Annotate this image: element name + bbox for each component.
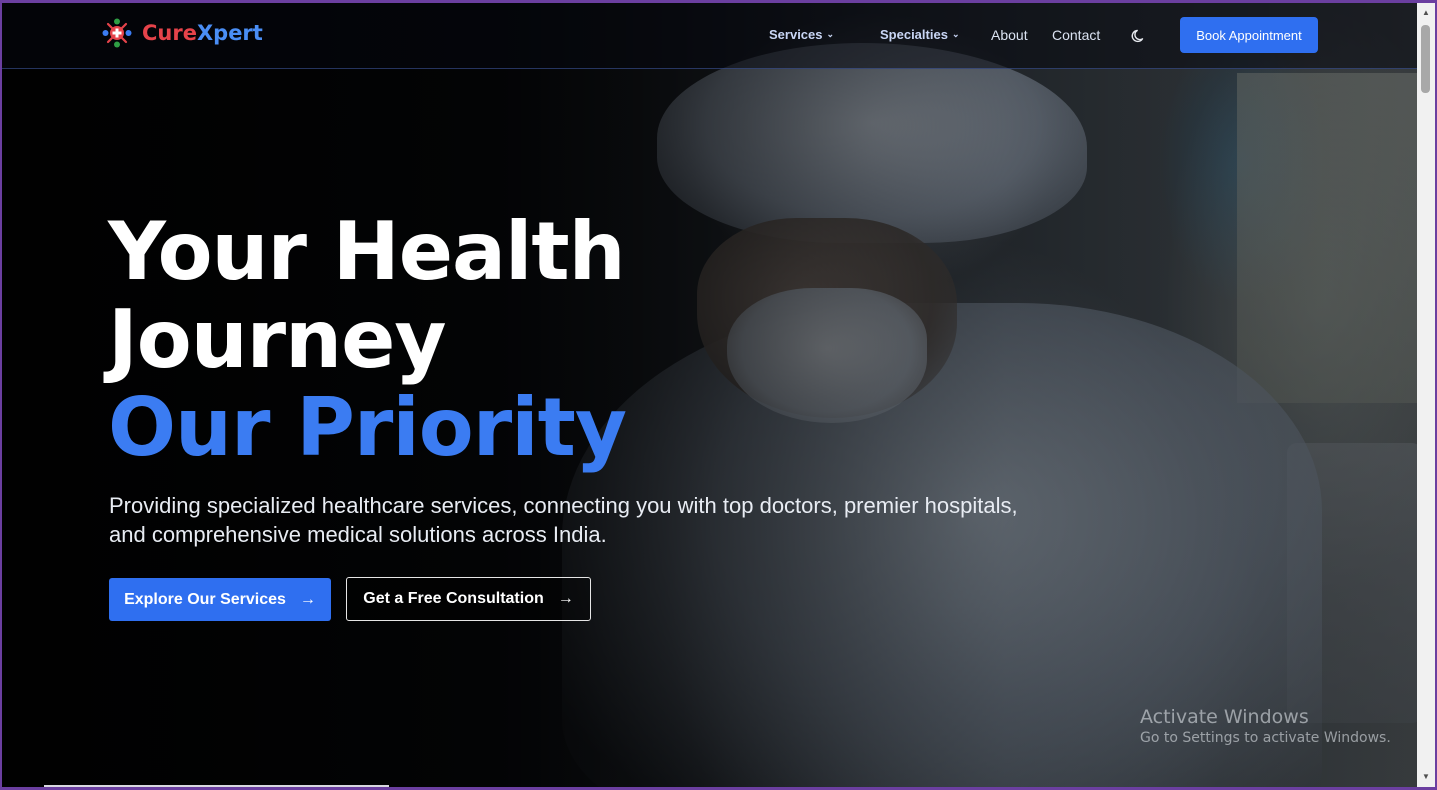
explore-services-button[interactable]: Explore Our Services → [109,578,331,621]
brand-name-cure: Cure [142,21,197,45]
chevron-down-icon: ⌄ [826,29,835,39]
windows-activation-title: Activate Windows [1140,706,1309,728]
medical-cross-people-icon [102,18,132,48]
nav-specialties-label: Specialties [880,27,948,42]
hero-title: Your Health Journey Our Priority [108,205,627,474]
free-consultation-label: Get a Free Consultation [363,590,544,607]
brand-logo[interactable]: CureXpert [102,18,263,48]
book-appointment-button[interactable]: Book Appointment [1180,17,1318,53]
scroll-down-arrow-icon[interactable]: ▼ [1417,769,1435,785]
browser-viewport: CureXpert Services ⌄ Specialties ⌄ About… [2,3,1435,787]
page-scrollbar[interactable]: ▲ ▼ [1417,3,1435,787]
chevron-down-icon: ⌄ [951,29,960,39]
nav-about-link[interactable]: About [991,27,1028,43]
scroll-up-arrow-icon[interactable]: ▲ [1417,5,1435,21]
scrollbar-thumb[interactable] [1421,25,1430,93]
nav-services-label: Services [769,27,823,42]
hero-subtitle-line-1: Providing specialized healthcare service… [109,493,1018,518]
arrow-right-icon: → [299,590,316,608]
brand-name-xpert: Xpert [196,21,263,45]
hero-title-line-1: Your Health [108,205,626,298]
arrow-right-icon: → [557,590,574,607]
hero-title-accent-line: Our Priority [108,381,627,474]
free-consultation-button[interactable]: Get a Free Consultation → [346,577,591,621]
nav-contact-link[interactable]: Contact [1052,27,1100,43]
hero-title-line-2: Journey [108,293,447,386]
nav-specialties-dropdown[interactable]: Specialties ⌄ [880,27,959,42]
windows-activation-subtitle: Go to Settings to activate Windows. [1140,730,1391,746]
explore-services-label: Explore Our Services [124,590,286,608]
hero-subtitle-line-2: and comprehensive medical solutions acro… [109,522,607,547]
nav-services-dropdown[interactable]: Services ⌄ [769,27,834,42]
site-header: CureXpert Services ⌄ Specialties ⌄ About… [2,3,1417,69]
brand-name: CureXpert [142,21,263,45]
hero-subtitle: Providing specialized healthcare service… [109,491,1029,549]
moon-icon [1131,29,1144,43]
taskbar-strip [44,785,389,787]
theme-toggle-button[interactable] [1130,27,1148,45]
